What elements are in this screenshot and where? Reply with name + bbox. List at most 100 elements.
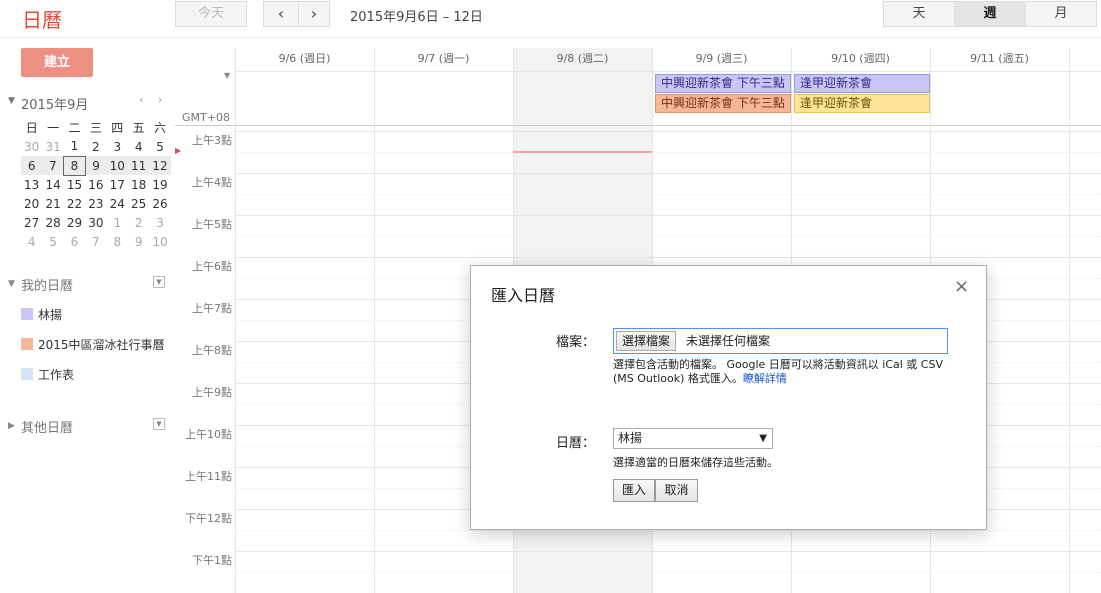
mini-calendar-day[interactable]: 12 [149,156,171,175]
hour-label: 上午9點 [192,386,232,399]
view-week-button[interactable]: 週 [954,1,1026,27]
dialog-title: 匯入日曆 [491,286,556,305]
hour-divider [235,551,1101,552]
app-title: 日曆 [22,8,62,32]
collapse-all-day-icon[interactable]: ▼ [224,71,230,80]
today-button[interactable]: 今天 [175,1,247,27]
view-day-button[interactable]: 天 [883,1,955,27]
calendar-color-swatch[interactable] [21,308,33,320]
view-month-button[interactable]: 月 [1025,1,1097,27]
mini-calendar-day[interactable]: 17 [107,175,128,194]
collapse-caret-icon[interactable]: ▼ [8,279,15,289]
mini-calendar-day[interactable]: 1 [64,137,85,156]
mini-calendar-day[interactable]: 19 [149,175,170,194]
mini-calendar-day[interactable]: 4 [128,137,149,156]
mini-calendar-day[interactable]: 9 [85,156,107,175]
import-button[interactable]: 匯入 [613,479,655,502]
mini-calendar-day[interactable]: 27 [21,213,42,232]
dropdown-arrow-icon: ▼ [759,433,767,444]
mini-calendar-day[interactable]: 3 [107,137,128,156]
mini-next-month-icon[interactable]: › [158,93,162,106]
mini-calendar-day[interactable]: 2 [128,213,149,232]
all-day-event[interactable]: 中興迎新茶會 下午三點 [655,94,791,113]
mini-calendar-day[interactable]: 26 [149,194,170,213]
choose-file-button[interactable]: 選擇檔案 [616,331,677,351]
mini-calendar-day[interactable]: 7 [85,232,106,251]
mini-calendar-day[interactable]: 10 [106,156,128,175]
mini-calendar-day[interactable]: 16 [85,175,106,194]
day-header[interactable]: 9/9 (週三) [652,50,791,66]
hour-label: 上午8點 [192,344,232,357]
mini-calendar-day[interactable]: 7 [42,156,64,175]
mini-calendar-day[interactable]: 24 [107,194,128,213]
mini-calendar-day[interactable]: 25 [128,194,149,213]
sidebar: 建立 ▼ 2015年9月 ‹ › 日一二三四五六 30 31 1 2 3 4 5 6 7 8 9 10 1… [0,38,175,593]
cancel-button[interactable]: 取消 [655,479,698,502]
create-event-button[interactable]: 建立 [21,48,93,77]
hour-label: 上午5點 [192,218,232,231]
mini-calendar-day[interactable]: 6 [21,156,43,175]
mini-calendar-day[interactable]: 31 [42,137,63,156]
mini-calendar-day[interactable]: 3 [149,213,170,232]
all-day-event[interactable]: 逢甲迎新茶會 [794,94,930,113]
half-hour-divider [235,236,1101,237]
mini-calendar-day[interactable]: 30 [21,137,42,156]
file-input[interactable]: 選擇檔案 未選擇任何檔案 [613,328,948,354]
dropdown-menu-icon[interactable]: ▼ [153,276,165,288]
date-range-label: 2015年9月6日 – 12日 [350,10,483,25]
mini-calendar-day[interactable]: 14 [42,175,63,194]
weekday-header: 六 [154,121,167,135]
hour-label: 上午6點 [192,260,232,273]
prev-week-button[interactable]: ‹ [263,1,299,27]
mini-calendar-day[interactable]: 1 [107,213,128,232]
mini-calendar-day[interactable]: 13 [21,175,42,194]
my-calendars-header[interactable]: ▼ 我的日曆 ▼ [0,275,175,295]
day-header[interactable]: 9/7 (週一) [374,50,513,66]
all-day-event[interactable]: 中興迎新茶會 下午三點 [655,74,791,93]
learn-more-link[interactable]: 瞭解詳情 [743,372,787,385]
day-header[interactable]: 9/10 (週四) [791,50,930,66]
mini-calendar-day[interactable]: 10 [149,232,170,251]
mini-calendar-day[interactable]: 8 [107,232,128,251]
mini-calendar-day[interactable]: 21 [42,194,63,213]
mini-calendar-day[interactable]: 20 [21,194,42,213]
dropdown-menu-icon[interactable]: ▼ [153,418,165,430]
next-week-button[interactable]: › [298,1,330,27]
mini-calendar-day[interactable]: 11 [127,156,150,175]
mini-calendar-day[interactable]: 4 [21,232,42,251]
calendar-select[interactable]: 林揚 ▼ [613,428,773,449]
calendar-select-value: 林揚 [618,431,643,445]
calendar-color-swatch[interactable] [21,368,33,380]
calendar-name: 工作表 [38,368,75,382]
all-day-event[interactable]: 逢甲迎新茶會 [794,74,930,93]
mini-calendar-day[interactable]: 29 [64,213,85,232]
expand-caret-icon[interactable]: ▶ [8,421,15,431]
calendar-name: 林揚 [38,308,63,322]
header-divider [235,71,1101,72]
hour-label: 上午11點 [185,470,232,483]
day-header[interactable]: 9/11 (週五) [930,50,1069,66]
mini-calendar-day[interactable]: 6 [64,232,85,251]
mini-calendar-day[interactable]: 23 [85,194,106,213]
day-header[interactable]: 9/6 (週日) [235,50,374,66]
mini-calendar-day[interactable]: 9 [128,232,149,251]
timezone-label: GMT+08 [182,111,230,124]
mini-prev-month-icon[interactable]: ‹ [139,93,143,106]
mini-calendar-day[interactable]: 2 [85,137,106,156]
mini-calendar-day[interactable]: 5 [149,137,170,156]
day-header[interactable]: 9/8 (週二) [513,50,652,66]
calendar-color-swatch[interactable] [21,338,33,350]
my-calendars-title: 我的日曆 [21,279,74,294]
mini-calendar-day[interactable]: 18 [128,175,149,194]
mini-calendar-day[interactable]: 15 [64,175,85,194]
collapse-caret-icon[interactable]: ▼ [8,96,15,106]
weekday-header: 一 [47,121,60,135]
mini-calendar-day[interactable]: 8 [63,155,86,176]
mini-calendar-day[interactable]: 30 [85,213,106,232]
half-hour-divider [235,572,1101,573]
mini-calendar-day[interactable]: 28 [42,213,63,232]
mini-calendar-day[interactable]: 5 [42,232,63,251]
other-calendars-header[interactable]: ▶ 其他日曆 ▼ [0,417,175,437]
close-icon[interactable]: × [954,276,969,297]
mini-calendar-day[interactable]: 22 [64,194,85,213]
